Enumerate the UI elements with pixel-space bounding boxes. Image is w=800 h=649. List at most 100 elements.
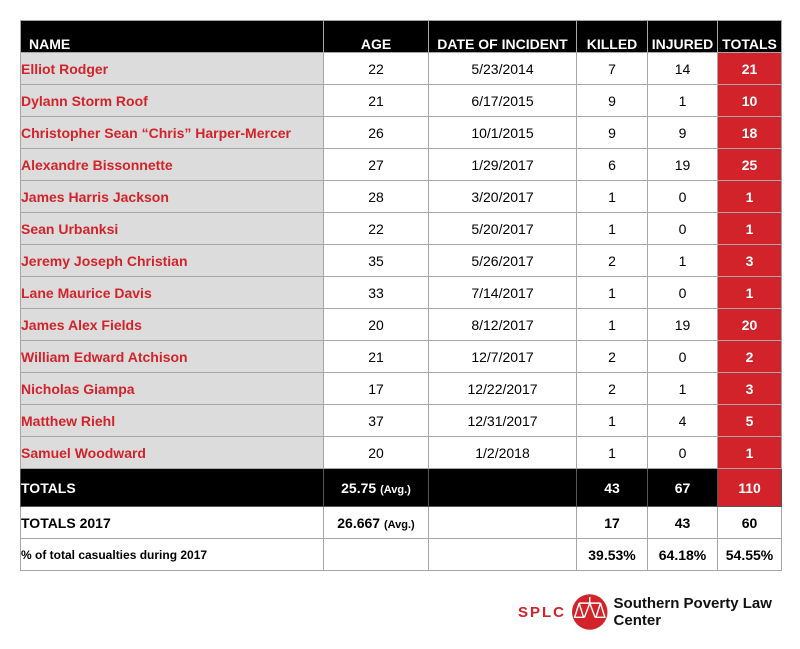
- killed-cell: 1: [576, 180, 648, 213]
- totals-label: TOTALS: [20, 468, 324, 507]
- pct-2017-row: % of total casualties during 2017 39.53%…: [20, 538, 782, 571]
- total-cell: 21: [717, 52, 782, 85]
- pct-2017-age: [323, 538, 429, 571]
- totals-date: [428, 468, 577, 507]
- totals-killed: 43: [576, 468, 648, 507]
- name-cell: Elliot Rodger: [20, 52, 324, 85]
- injured-cell: 19: [647, 308, 718, 341]
- totals-2017-age-value: 26.667: [337, 514, 381, 531]
- totals-total: 110: [717, 468, 782, 507]
- age-cell: 20: [323, 436, 429, 469]
- pct-2017-injured: 64.18%: [647, 538, 718, 571]
- total-cell: 1: [717, 212, 782, 245]
- date-cell: 1/2/2018: [428, 436, 577, 469]
- injured-cell: 19: [647, 148, 718, 181]
- total-cell: 18: [717, 116, 782, 149]
- name-cell: Lane Maurice Davis: [20, 276, 324, 309]
- name-cell: Jeremy Joseph Christian: [20, 244, 324, 277]
- age-cell: 28: [323, 180, 429, 213]
- total-cell: 3: [717, 372, 782, 405]
- table-row: James Harris Jackson 28 3/20/2017 1 0 1: [20, 180, 782, 213]
- table-row: Alexandre Bissonnette 27 1/29/2017 6 19 25: [20, 148, 782, 181]
- killed-cell: 1: [576, 436, 648, 469]
- injured-cell: 14: [647, 52, 718, 85]
- header-age: AGE: [323, 20, 429, 53]
- total-cell: 10: [717, 84, 782, 117]
- pct-2017-total: 54.55%: [717, 538, 782, 571]
- date-cell: 12/22/2017: [428, 372, 577, 405]
- age-cell: 17: [323, 372, 429, 405]
- name-cell: Matthew Riehl: [20, 404, 324, 437]
- total-cell: 5: [717, 404, 782, 437]
- name-cell: William Edward Atchison: [20, 340, 324, 373]
- killed-cell: 6: [576, 148, 648, 181]
- age-cell: 21: [323, 340, 429, 373]
- age-cell: 27: [323, 148, 429, 181]
- date-cell: 8/12/2017: [428, 308, 577, 341]
- killed-cell: 9: [576, 84, 648, 117]
- table-row: Lane Maurice Davis 33 7/14/2017 1 0 1: [20, 276, 782, 309]
- killed-cell: 1: [576, 404, 648, 437]
- totals-2017-row: TOTALS 2017 26.667 (Avg.) 17 43 60: [20, 506, 782, 539]
- avg-label: (Avg.): [380, 483, 411, 496]
- table-row: Jeremy Joseph Christian 35 5/26/2017 2 1 3: [20, 244, 782, 277]
- injured-cell: 1: [647, 244, 718, 277]
- age-cell: 35: [323, 244, 429, 277]
- total-cell: 1: [717, 436, 782, 469]
- date-cell: 10/1/2015: [428, 116, 577, 149]
- total-cell: 1: [717, 180, 782, 213]
- killed-cell: 1: [576, 212, 648, 245]
- table-row: Elliot Rodger 22 5/23/2014 7 14 21: [20, 52, 782, 85]
- header-injured: INJURED: [647, 20, 718, 53]
- totals-2017-date: [428, 506, 577, 539]
- pct-2017-date: [428, 538, 577, 571]
- age-cell: 37: [323, 404, 429, 437]
- date-cell: 5/26/2017: [428, 244, 577, 277]
- name-cell: Christopher Sean “Chris” Harper-Mercer: [20, 116, 324, 149]
- header-date: DATE OF INCIDENT: [428, 20, 577, 53]
- total-cell: 2: [717, 340, 782, 373]
- totals-2017-age: 26.667 (Avg.): [323, 506, 429, 539]
- pct-2017-killed: 39.53%: [576, 538, 648, 571]
- name-cell: Dylann Storm Roof: [20, 84, 324, 117]
- header-name: NAME: [20, 20, 324, 53]
- date-cell: 1/29/2017: [428, 148, 577, 181]
- table-row: James Alex Fields 20 8/12/2017 1 19 20: [20, 308, 782, 341]
- name-cell: Nicholas Giampa: [20, 372, 324, 405]
- total-cell: 3: [717, 244, 782, 277]
- table-row: Nicholas Giampa 17 12/22/2017 2 1 3: [20, 372, 782, 405]
- name-cell: James Harris Jackson: [20, 180, 324, 213]
- injured-cell: 0: [647, 276, 718, 309]
- injured-cell: 1: [647, 372, 718, 405]
- header-killed: KILLED: [576, 20, 648, 53]
- killed-cell: 2: [576, 340, 648, 373]
- total-cell: 25: [717, 148, 782, 181]
- age-cell: 20: [323, 308, 429, 341]
- age-cell: 26: [323, 116, 429, 149]
- injured-cell: 0: [647, 436, 718, 469]
- date-cell: 12/7/2017: [428, 340, 577, 373]
- table-row: Matthew Riehl 37 12/31/2017 1 4 5: [20, 404, 782, 437]
- name-cell: Samuel Woodward: [20, 436, 324, 469]
- killed-cell: 9: [576, 116, 648, 149]
- logo-abbr: SPLC: [518, 603, 567, 621]
- name-cell: James Alex Fields: [20, 308, 324, 341]
- date-cell: 12/31/2017: [428, 404, 577, 437]
- injured-cell: 4: [647, 404, 718, 437]
- avg-label: (Avg.): [383, 518, 415, 531]
- totals-row: TOTALS 25.75 (Avg.) 43 67 110: [20, 468, 782, 507]
- killed-cell: 1: [576, 276, 648, 309]
- scales-of-justice-icon: [572, 594, 608, 630]
- killed-cell: 1: [576, 308, 648, 341]
- totals-2017-label: TOTALS 2017: [20, 506, 324, 539]
- killed-cell: 2: [576, 244, 648, 277]
- age-cell: 22: [323, 52, 429, 85]
- age-cell: 22: [323, 212, 429, 245]
- age-cell: 33: [323, 276, 429, 309]
- pct-2017-label: % of total casualties during 2017: [20, 538, 324, 571]
- name-cell: Sean Urbanksi: [20, 212, 324, 245]
- totals-age: 25.75 (Avg.): [323, 468, 429, 507]
- date-cell: 6/17/2015: [428, 84, 577, 117]
- name-cell: Alexandre Bissonnette: [20, 148, 324, 181]
- header-totals: TOTALS: [717, 20, 782, 53]
